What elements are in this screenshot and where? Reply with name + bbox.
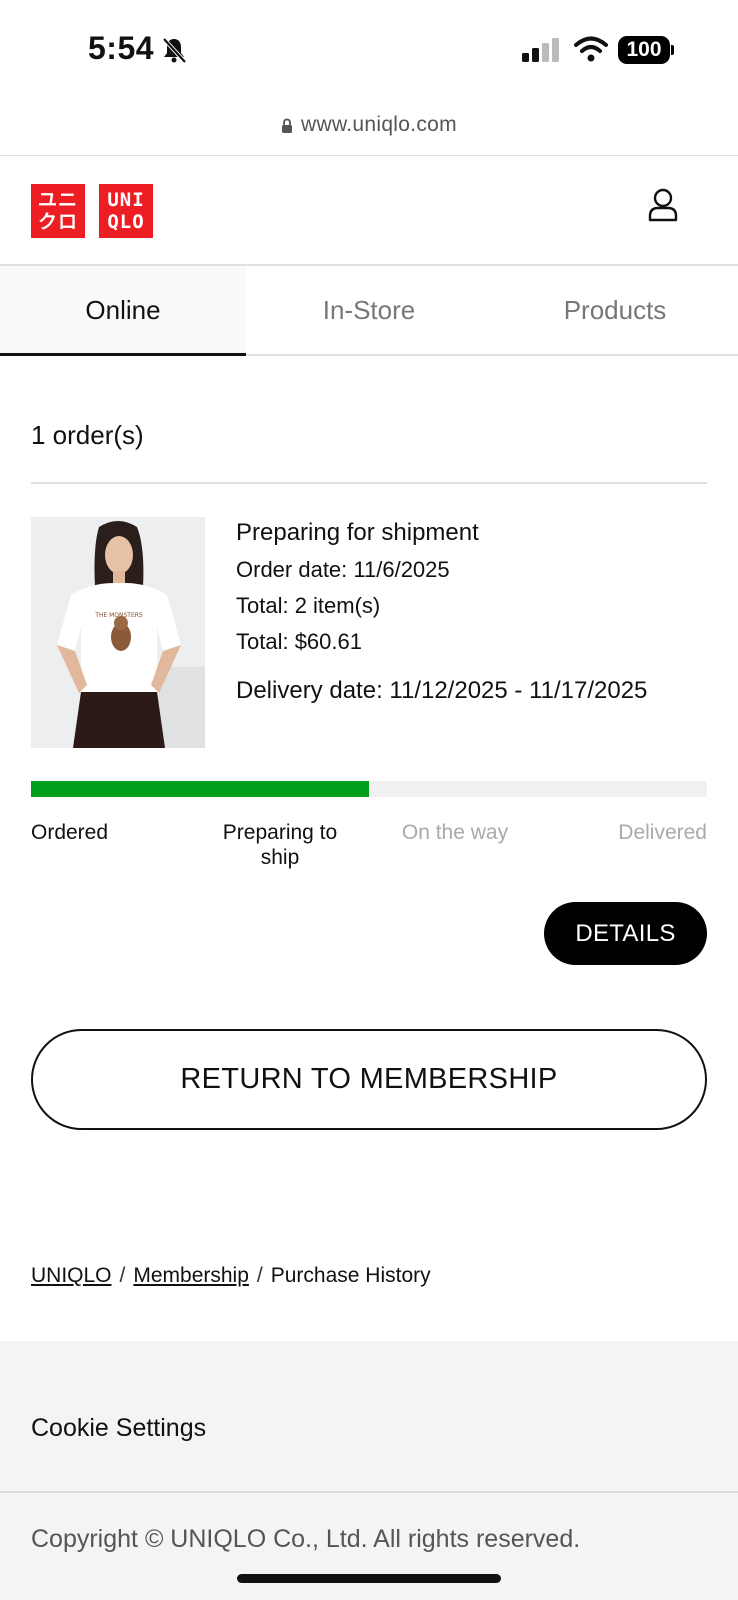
breadcrumb-current: Purchase History bbox=[270, 1264, 431, 1287]
step-ordered: Ordered bbox=[31, 821, 109, 844]
page: 5:54 100 www.uniqlo.com ユニ クロ UNI QLO On… bbox=[0, 0, 738, 1600]
breadcrumb-membership[interactable]: Membership bbox=[133, 1264, 249, 1288]
logo-katakana: ユニ クロ bbox=[31, 184, 85, 238]
step-on-the-way: On the way bbox=[401, 821, 509, 844]
cookie-settings-link[interactable]: Cookie Settings bbox=[31, 1414, 206, 1443]
order-info: Preparing for shipment Order date: 11/6/… bbox=[236, 517, 647, 705]
home-indicator[interactable] bbox=[237, 1574, 501, 1583]
breadcrumb-separator: / bbox=[119, 1264, 126, 1287]
url-text: www.uniqlo.com bbox=[301, 112, 457, 136]
logo-latin: UNI QLO bbox=[99, 184, 153, 238]
tab-bar: Online In-Store Products bbox=[0, 266, 738, 356]
breadcrumb-separator: / bbox=[256, 1264, 263, 1287]
copyright: Copyright © UNIQLO Co., Ltd. All rights … bbox=[31, 1525, 581, 1553]
details-button[interactable]: DETAILS bbox=[544, 902, 707, 965]
wifi-icon bbox=[574, 36, 608, 62]
battery-icon: 100 bbox=[618, 36, 674, 64]
progress-fill bbox=[31, 781, 369, 797]
tab-in-store[interactable]: In-Store bbox=[246, 266, 492, 354]
footer-divider bbox=[0, 1491, 738, 1493]
status-time: 5:54 bbox=[88, 30, 155, 66]
breadcrumb-uniqlo[interactable]: UNIQLO bbox=[31, 1264, 112, 1288]
divider bbox=[31, 482, 707, 484]
order-item-count: Total: 2 item(s) bbox=[236, 593, 381, 618]
address-bar[interactable]: www.uniqlo.com bbox=[0, 100, 738, 156]
lock-icon bbox=[282, 118, 293, 133]
order-status: Preparing for shipment bbox=[236, 519, 479, 546]
breadcrumb: UNIQLO / Membership / Purchase History bbox=[31, 1264, 431, 1288]
product-image[interactable]: THE MONSTERS bbox=[31, 517, 205, 748]
site-header: ユニ クロ UNI QLO bbox=[0, 156, 738, 266]
product-photo: THE MONSTERS bbox=[31, 517, 205, 748]
signal-icon bbox=[522, 38, 559, 62]
step-preparing: Preparing to ship bbox=[222, 821, 338, 869]
delivery-date: Delivery date: 11/12/2025 - 11/17/2025 bbox=[236, 677, 648, 704]
step-delivered: Delivered bbox=[618, 821, 707, 844]
return-to-membership-button[interactable]: RETURN TO MEMBERSHIP bbox=[31, 1029, 707, 1130]
progress-bar bbox=[31, 781, 707, 797]
tab-online[interactable]: Online bbox=[0, 266, 246, 356]
order-count: 1 order(s) bbox=[31, 420, 144, 450]
footer bbox=[0, 1341, 738, 1600]
order-price-total: Total: $60.61 bbox=[236, 629, 362, 654]
battery-level: 100 bbox=[618, 36, 670, 64]
status-bar: 5:54 100 bbox=[0, 0, 738, 100]
bell-slash-icon bbox=[162, 37, 187, 64]
user-icon[interactable] bbox=[648, 188, 678, 222]
uniqlo-logo[interactable]: ユニ クロ UNI QLO bbox=[31, 184, 153, 238]
tab-products[interactable]: Products bbox=[492, 266, 738, 354]
order-date: Order date: 11/6/2025 bbox=[236, 557, 450, 582]
